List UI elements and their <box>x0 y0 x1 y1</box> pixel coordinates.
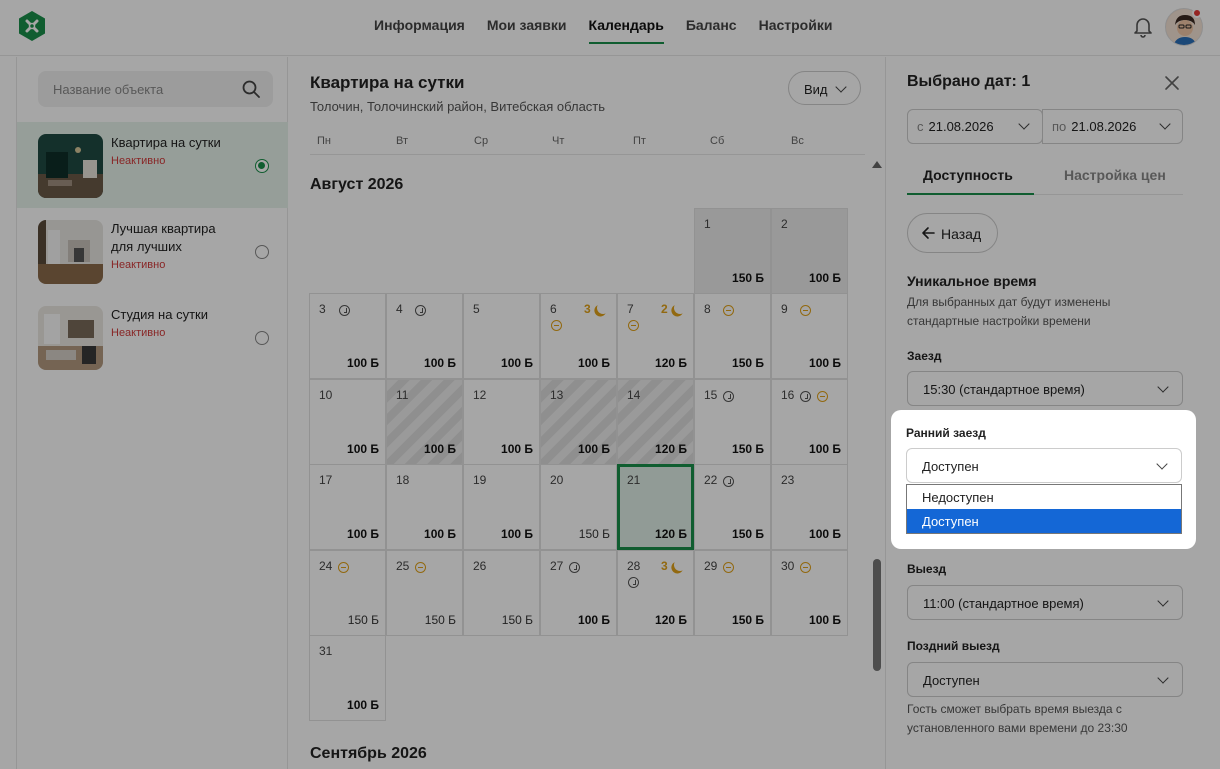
early-checkin-highlight: Ранний заезд Доступен Недоступен Доступе… <box>891 410 1196 549</box>
option-unavailable[interactable]: Недоступен <box>907 485 1181 509</box>
option-available[interactable]: Доступен <box>907 509 1181 533</box>
early-checkin-label: Ранний заезд <box>906 426 986 440</box>
early-checkin-value: Доступен <box>922 459 979 474</box>
early-checkin-dropdown: Недоступен Доступен <box>906 484 1182 534</box>
early-checkin-select[interactable]: Доступен <box>906 448 1182 483</box>
modal-overlay[interactable] <box>0 0 1220 769</box>
chevron-down-icon <box>1156 458 1168 470</box>
